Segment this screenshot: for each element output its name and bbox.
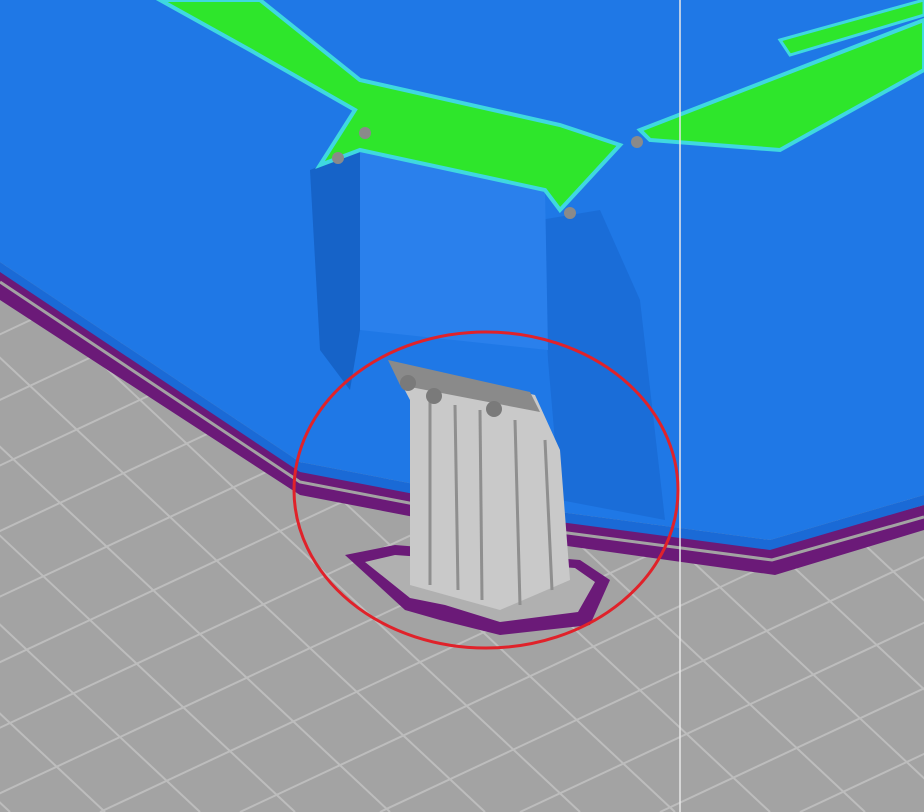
scene-canvas[interactable]	[0, 0, 924, 812]
3d-preview-viewport[interactable]	[0, 0, 924, 812]
